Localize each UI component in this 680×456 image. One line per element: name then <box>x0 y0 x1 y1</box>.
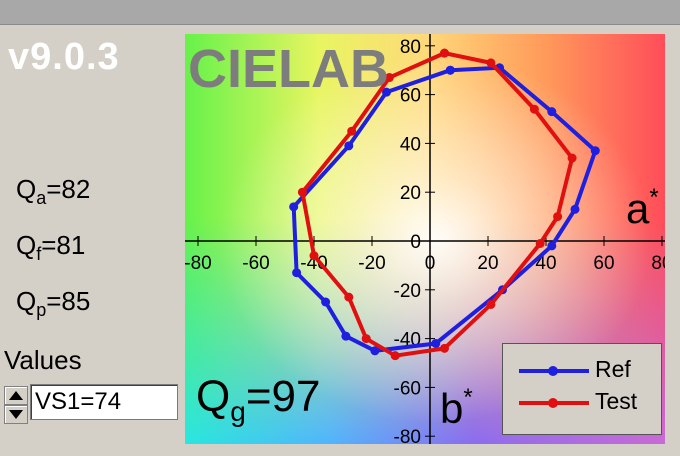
data-point-ref <box>341 331 351 341</box>
data-point-ref <box>321 297 331 307</box>
version-label: v9.0.3 <box>8 36 120 78</box>
y-tick-label: -80 <box>394 427 421 444</box>
legend-item-test: Test <box>513 388 653 418</box>
b-axis-label: b* <box>440 384 473 432</box>
legend-item-ref: Ref <box>513 356 653 386</box>
data-point-test <box>440 343 449 353</box>
data-point-test <box>486 299 496 309</box>
data-point-test <box>297 187 307 197</box>
data-point-ref <box>590 146 600 156</box>
y-tick-label: -20 <box>394 281 421 302</box>
arrow-up-icon <box>9 391 23 400</box>
data-point-test <box>440 48 449 58</box>
legend-swatch-ref <box>519 366 589 376</box>
values-spinner[interactable] <box>4 386 28 424</box>
x-tick-label: -80 <box>185 253 212 274</box>
legend-label-ref: Ref <box>595 356 631 382</box>
y-tick-label: 80 <box>400 37 421 58</box>
data-point-test <box>567 153 577 163</box>
values-input[interactable] <box>30 384 178 420</box>
y-tick-label: 40 <box>400 134 421 155</box>
legend-swatch-test <box>519 398 589 408</box>
data-point-test <box>535 238 545 248</box>
y-tick-label: -60 <box>394 378 421 399</box>
title-strip <box>0 0 680 25</box>
x-tick-label: -20 <box>358 253 385 274</box>
arrow-down-icon <box>9 410 23 419</box>
metric-qf: Qf=81 <box>16 230 86 264</box>
x-tick-label: 20 <box>477 253 498 274</box>
y-tick-label: 0 <box>410 232 421 253</box>
data-point-ref <box>344 141 354 151</box>
data-point-ref <box>445 65 455 75</box>
x-tick-label: -60 <box>242 253 269 274</box>
data-point-test <box>344 292 354 302</box>
y-tick-label: 60 <box>400 86 421 107</box>
metric-qg: Qg=97 <box>196 372 321 427</box>
data-point-ref <box>547 241 557 251</box>
data-point-ref <box>292 268 302 278</box>
spinner-down-button[interactable] <box>4 405 28 424</box>
data-point-test <box>553 212 563 222</box>
x-tick-label: 80 <box>651 253 665 274</box>
data-point-test <box>347 126 357 136</box>
data-point-ref <box>289 202 299 212</box>
metric-qp: Qp=85 <box>16 286 91 320</box>
data-point-test <box>361 334 371 344</box>
data-point-ref <box>570 204 580 214</box>
chart-legend: Ref Test <box>502 343 662 435</box>
data-point-test <box>390 351 400 361</box>
x-tick-label: 0 <box>425 253 436 274</box>
data-point-test <box>486 58 496 68</box>
legend-label-test: Test <box>595 388 638 414</box>
metric-qa: Qa=82 <box>16 174 91 208</box>
a-axis-label: a* <box>626 184 659 232</box>
x-tick-label: 60 <box>593 253 614 274</box>
data-point-ref <box>547 107 557 117</box>
data-point-ref <box>431 338 441 348</box>
values-label: Values <box>4 345 82 375</box>
data-point-test <box>309 251 319 261</box>
data-point-test <box>529 104 539 114</box>
chart-title: CIELAB <box>188 39 389 99</box>
spinner-up-button[interactable] <box>4 386 28 405</box>
y-tick-label: 20 <box>400 183 421 204</box>
